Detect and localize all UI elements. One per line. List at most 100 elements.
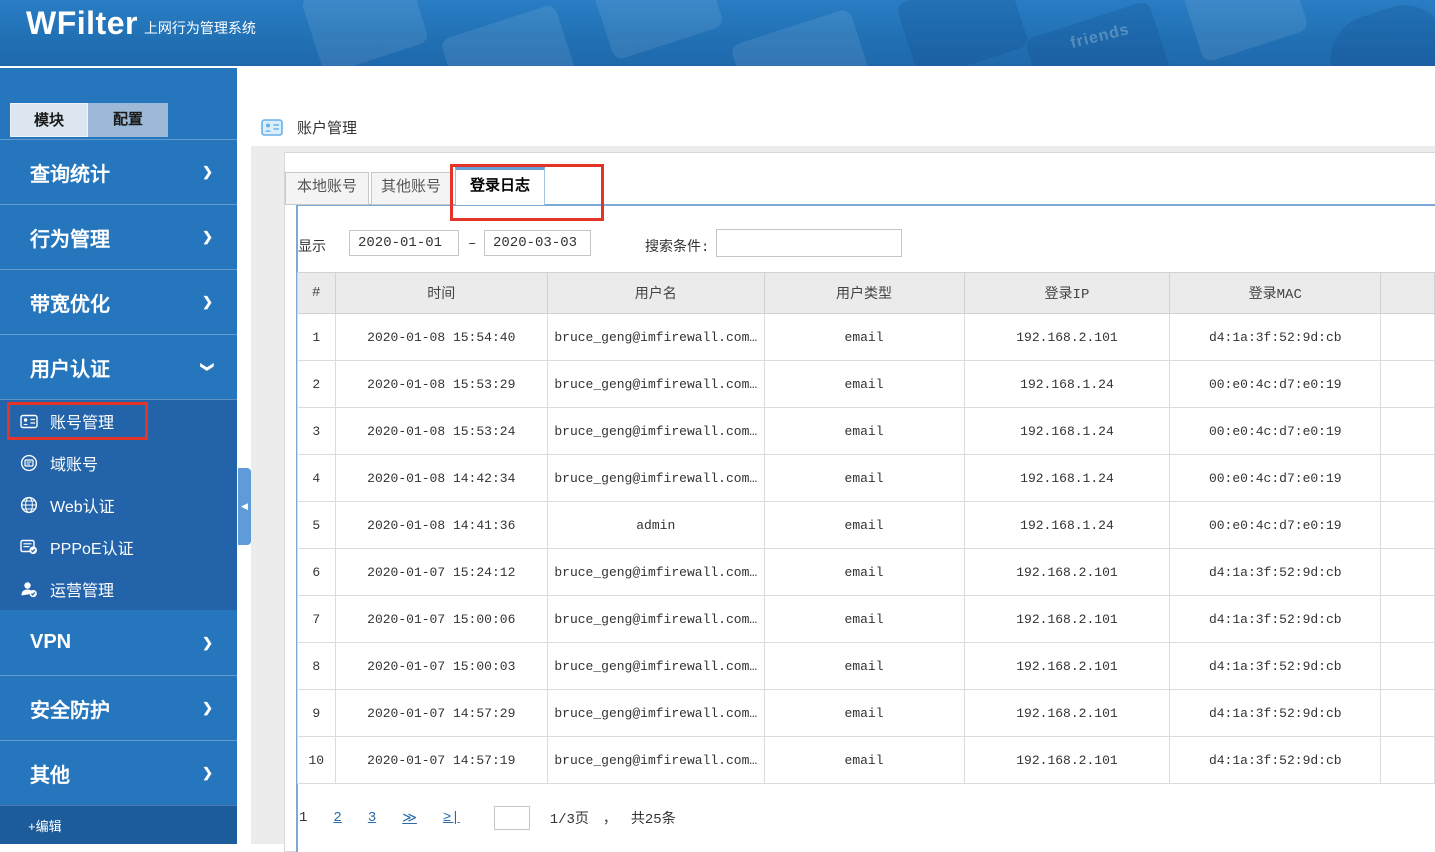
mode-tab-modules[interactable]: 模块 — [10, 103, 88, 137]
col-header-login-ip: 登录IP — [964, 273, 1170, 314]
table-cell: 2020-01-07 15:00:06 — [335, 596, 548, 643]
search-label: 搜索条件: — [645, 236, 709, 256]
table-cell: 192.168.2.101 — [964, 643, 1170, 690]
table-header-row: # 时间 用户名 用户类型 登录IP 登录MAC — [298, 273, 1435, 314]
sidebar-item-label: 带宽优化 — [30, 288, 110, 317]
col-header-clipped — [1381, 273, 1435, 314]
table-cell: 7 — [298, 596, 336, 643]
total-records-text: 共25条 — [631, 808, 676, 828]
sidebar-item-label: 用户认证 — [30, 353, 110, 382]
table-cell-clipped — [1381, 502, 1435, 549]
app-logo: WFilter — [26, 5, 138, 42]
keyboard-key-deco — [1319, 0, 1435, 66]
table-cell-clipped — [1381, 690, 1435, 737]
tab-login-log[interactable]: 登录日志 — [455, 167, 545, 205]
table-cell: d4:1a:3f:52:9d:cb — [1170, 314, 1381, 361]
table-row: 22020-01-08 15:53:29bruce_geng@imfirewal… — [298, 361, 1435, 408]
sidebar-item-label: VPN — [30, 631, 71, 654]
table-cell: 192.168.2.101 — [964, 314, 1170, 361]
sidebar-item-vpn[interactable]: VPN ❯ — [0, 610, 237, 675]
table-cell: 192.168.2.101 — [964, 549, 1170, 596]
show-label: 显示 — [298, 236, 326, 256]
sidebar-item-user-auth[interactable]: 用户认证 ❯ — [0, 334, 237, 399]
table-cell: email — [764, 361, 964, 408]
table-row: 32020-01-08 15:53:24bruce_geng@imfirewal… — [298, 408, 1435, 455]
page-link-2[interactable]: 2 — [333, 810, 341, 826]
pagination: 1 2 3 ≫ ≥| 1/3页 ， 共25条 — [299, 806, 690, 830]
table-cell: 192.168.2.101 — [964, 596, 1170, 643]
table-cell: 2020-01-08 15:53:29 — [335, 361, 548, 408]
table-cell: bruce_geng@imfirewall.com… — [548, 596, 765, 643]
sidebar-item-label: 账号管理 — [50, 409, 114, 433]
tab-local-accounts[interactable]: 本地账号 — [285, 172, 369, 205]
search-input[interactable] — [716, 229, 902, 257]
table-cell: email — [764, 690, 964, 737]
tab-other-accounts[interactable]: 其他账号 — [371, 172, 451, 205]
table-cell: 9 — [298, 690, 336, 737]
keyboard-key-deco — [300, 0, 429, 66]
date-to-input[interactable] — [484, 230, 591, 256]
table-cell: d4:1a:3f:52:9d:cb — [1170, 596, 1381, 643]
table-cell: 2020-01-08 15:54:40 — [335, 314, 548, 361]
table-cell: 00:e0:4c:d7:e0:19 — [1170, 408, 1381, 455]
page-link-3[interactable]: 3 — [368, 810, 376, 826]
table-cell: 00:e0:4c:d7:e0:19 — [1170, 502, 1381, 549]
sidebar-item-account-mgmt[interactable]: 账号管理 — [0, 400, 237, 442]
table-cell: 192.168.2.101 — [964, 690, 1170, 737]
sidebar-item-query-stats[interactable]: 查询统计 ❯ — [0, 139, 237, 204]
date-range-separator: – — [468, 236, 476, 252]
table-cell: email — [764, 408, 964, 455]
table-cell: 192.168.1.24 — [964, 455, 1170, 502]
id-card-icon — [20, 414, 38, 429]
sidebar-item-behavior-mgmt[interactable]: 行为管理 ❯ — [0, 204, 237, 269]
sidebar-item-others[interactable]: 其他 ❯ — [0, 740, 237, 805]
chevron-right-icon: ❯ — [202, 294, 213, 310]
sidebar-edit-button[interactable]: +编辑 — [0, 805, 237, 844]
page-next-button[interactable]: ≫ — [402, 810, 417, 827]
table-cell: 2 — [298, 361, 336, 408]
page-current: 1 — [299, 810, 307, 826]
table-cell: 2020-01-07 15:24:12 — [335, 549, 548, 596]
top-banner: friends WFilter 上网行为管理系统 — [0, 0, 1435, 66]
sidebar-mode-tabs: 模块 配置 — [10, 103, 237, 137]
page-title: 账户管理 — [297, 117, 357, 138]
table-cell: 6 — [298, 549, 336, 596]
table-cell: bruce_geng@imfirewall.com… — [548, 690, 765, 737]
table-cell: email — [764, 549, 964, 596]
sidebar-item-label: 域账号 — [50, 451, 98, 475]
operator-user-icon — [20, 581, 38, 598]
sidebar-item-label: 安全防护 — [30, 694, 110, 723]
sidebar-item-label: 行为管理 — [30, 223, 110, 252]
sidebar-item-operation-mgmt[interactable]: 运营管理 — [0, 568, 237, 610]
table-cell: d4:1a:3f:52:9d:cb — [1170, 690, 1381, 737]
login-log-table: # 时间 用户名 用户类型 登录IP 登录MAC 12020-01-08 15:… — [297, 272, 1435, 784]
sidebar-item-pppoe-auth[interactable]: PPPoE认证 — [0, 526, 237, 568]
domain-account-icon — [20, 454, 38, 472]
keyboard-key-deco — [440, 4, 580, 66]
table-cell: bruce_geng@imfirewall.com… — [548, 455, 765, 502]
chevron-right-icon: ❯ — [202, 765, 213, 781]
sidebar-item-bandwidth[interactable]: 带宽优化 ❯ — [0, 269, 237, 334]
chevron-right-icon: ❯ — [202, 635, 213, 651]
table-cell: email — [764, 643, 964, 690]
sidebar-item-web-auth[interactable]: Web认证 — [0, 484, 237, 526]
chevron-right-icon: ❯ — [202, 229, 213, 245]
table-cell: 1 — [298, 314, 336, 361]
col-header-username: 用户名 — [548, 273, 765, 314]
table-cell: 2020-01-07 14:57:29 — [335, 690, 548, 737]
sidebar-item-label: Web认证 — [50, 493, 115, 517]
table-cell: 192.168.2.101 — [964, 737, 1170, 784]
pppoe-doc-check-icon — [20, 539, 38, 555]
table-cell: bruce_geng@imfirewall.com… — [548, 314, 765, 361]
table-cell: 00:e0:4c:d7:e0:19 — [1170, 455, 1381, 502]
sidebar-item-security[interactable]: 安全防护 ❯ — [0, 675, 237, 740]
mode-tab-config[interactable]: 配置 — [88, 103, 168, 137]
page-last-button[interactable]: ≥| — [443, 810, 460, 826]
page-jump-input[interactable] — [494, 806, 530, 830]
sidebar-collapse-handle[interactable]: ◀ — [238, 468, 251, 545]
sidebar-item-domain-account[interactable]: 域账号 — [0, 442, 237, 484]
table-cell: bruce_geng@imfirewall.com… — [548, 361, 765, 408]
table-cell: bruce_geng@imfirewall.com… — [548, 737, 765, 784]
table-cell-clipped — [1381, 737, 1435, 784]
date-from-input[interactable] — [349, 230, 459, 256]
